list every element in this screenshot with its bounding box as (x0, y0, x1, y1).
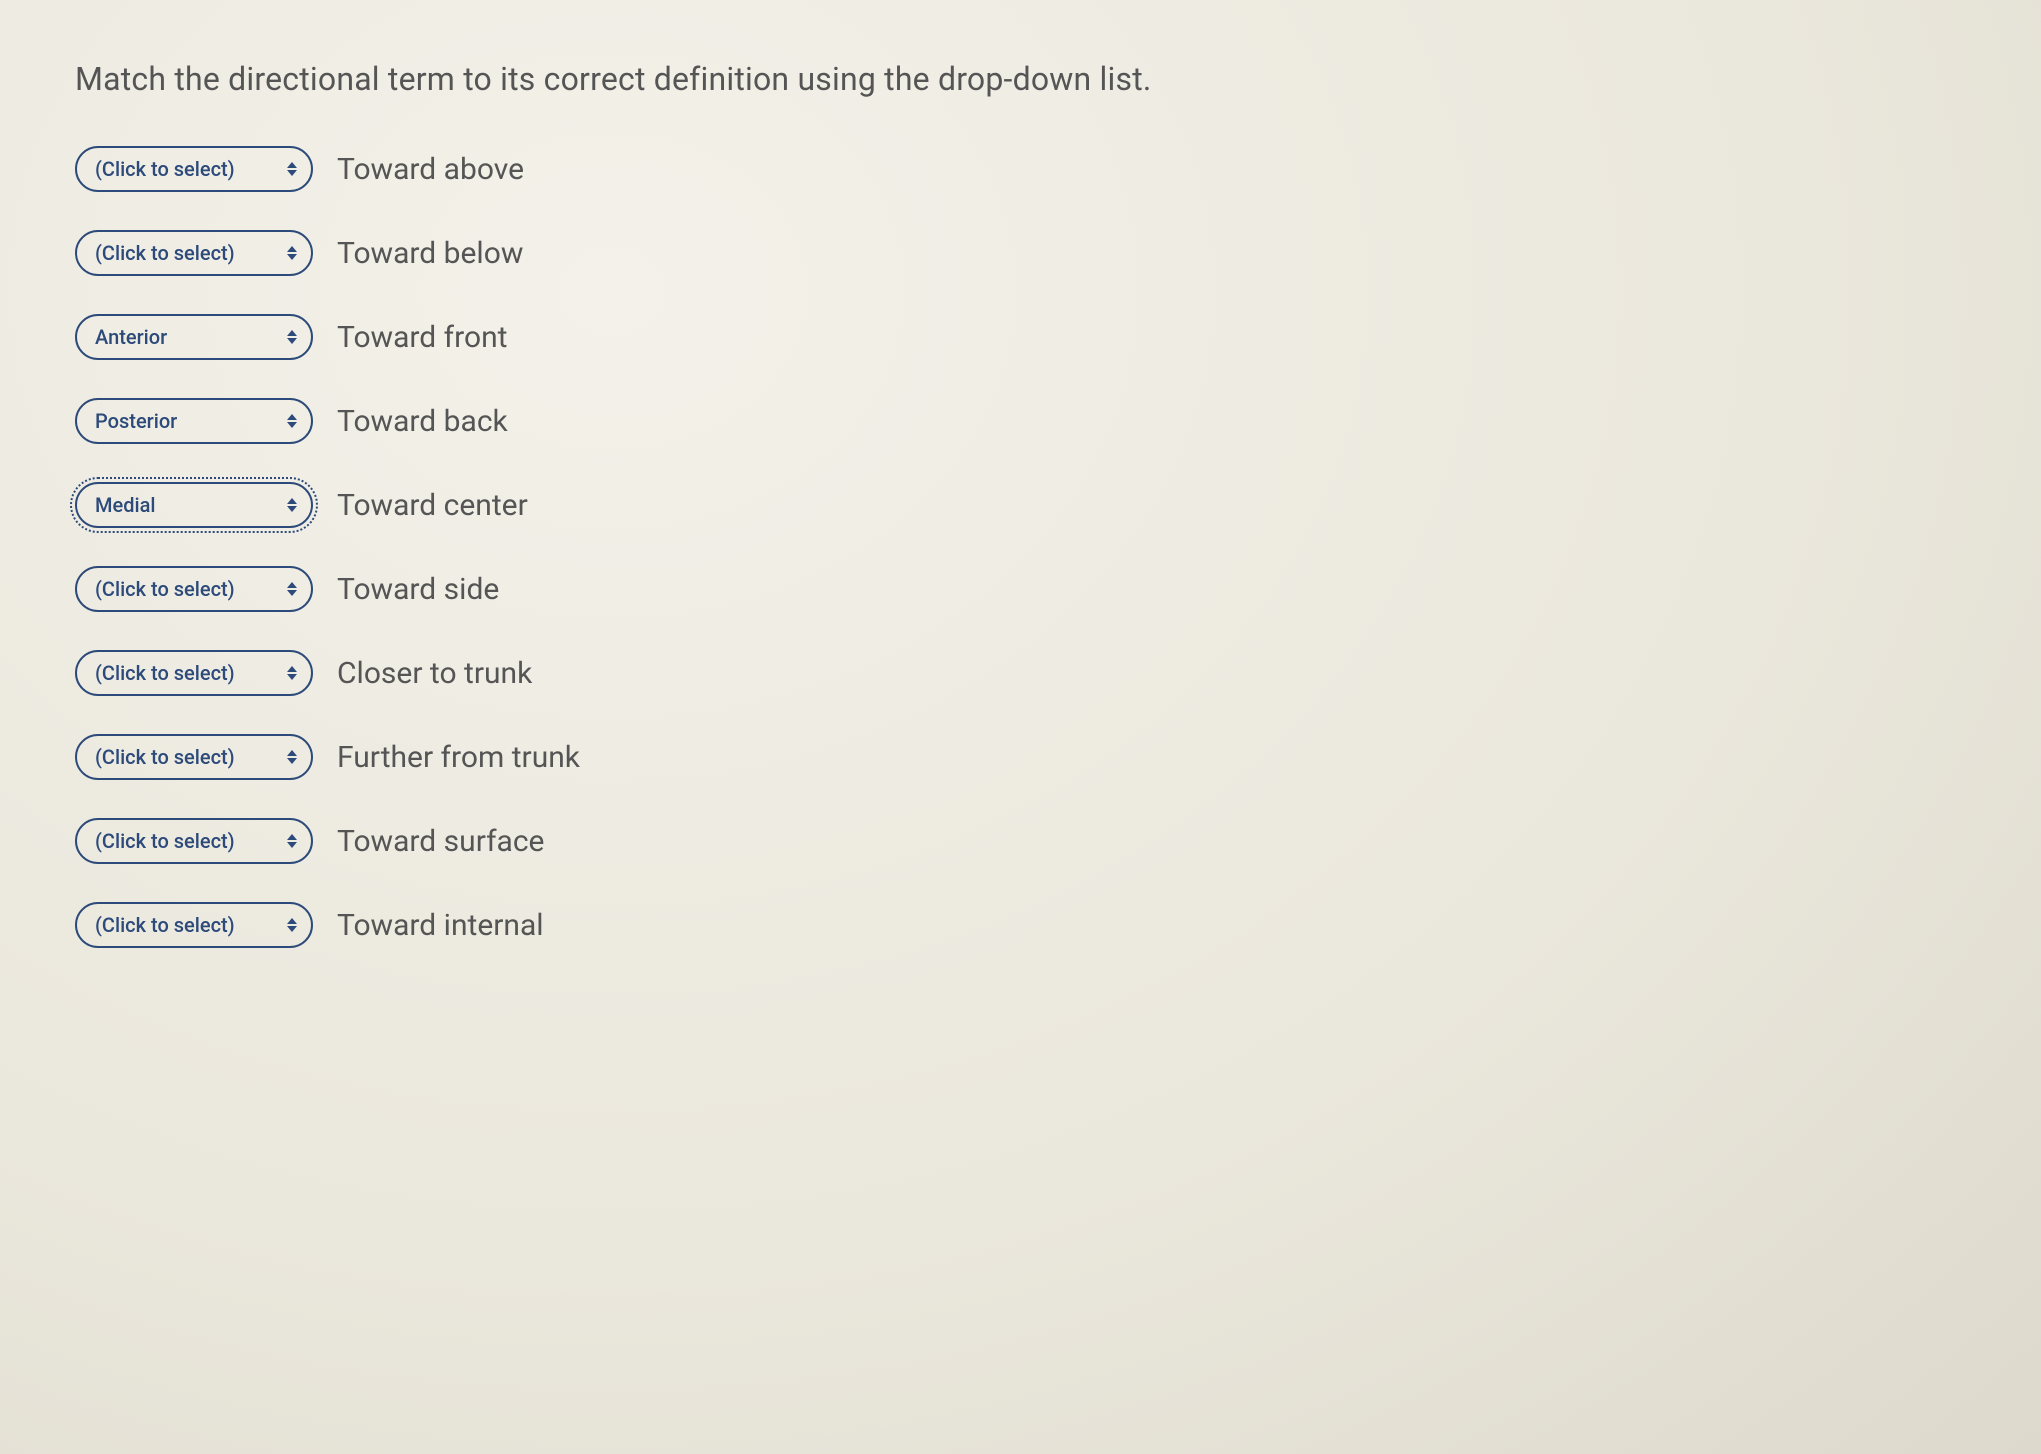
term-select[interactable]: Medial (75, 482, 313, 528)
match-row: (Click to select) Further from trunk (75, 734, 1966, 780)
term-select-value: Anterior (95, 325, 167, 349)
match-row: Anterior Toward front (75, 314, 1966, 360)
match-row: (Click to select) Toward side (75, 566, 1966, 612)
term-select[interactable]: (Click to select) (75, 734, 313, 780)
term-select-value: (Click to select) (95, 829, 235, 853)
select-stepper-icon (287, 498, 297, 512)
select-stepper-icon (287, 666, 297, 680)
term-select-value: (Click to select) (95, 913, 235, 937)
select-stepper-icon (287, 582, 297, 596)
definition-text: Toward side (337, 572, 499, 607)
select-stepper-icon (287, 918, 297, 932)
term-select-value: (Click to select) (95, 241, 235, 265)
term-select-value: (Click to select) (95, 661, 235, 685)
term-select-value: Medial (95, 493, 155, 517)
select-stepper-icon (287, 750, 297, 764)
match-row: (Click to select) Closer to trunk (75, 650, 1966, 696)
term-select[interactable]: (Click to select) (75, 902, 313, 948)
term-select[interactable]: (Click to select) (75, 146, 313, 192)
definition-text: Toward back (337, 404, 508, 439)
term-select[interactable]: (Click to select) (75, 230, 313, 276)
match-row: (Click to select) Toward internal (75, 902, 1966, 948)
select-stepper-icon (287, 414, 297, 428)
term-select-value: Posterior (95, 409, 177, 433)
term-select[interactable]: (Click to select) (75, 650, 313, 696)
definition-text: Further from trunk (337, 740, 580, 775)
definition-text: Toward below (337, 236, 523, 271)
match-row: (Click to select) Toward below (75, 230, 1966, 276)
term-select[interactable]: (Click to select) (75, 566, 313, 612)
definition-text: Toward internal (337, 908, 544, 943)
term-select-value: (Click to select) (95, 577, 235, 601)
term-select-value: (Click to select) (95, 157, 235, 181)
match-row: (Click to select) Toward surface (75, 818, 1966, 864)
match-rows: (Click to select)Toward above(Click to s… (75, 146, 1966, 948)
definition-text: Toward front (337, 320, 507, 355)
definition-text: Toward center (337, 488, 528, 523)
term-select[interactable]: (Click to select) (75, 818, 313, 864)
match-row: Posterior Toward back (75, 398, 1966, 444)
term-select[interactable]: Posterior (75, 398, 313, 444)
select-stepper-icon (287, 834, 297, 848)
select-stepper-icon (287, 246, 297, 260)
question-prompt: Match the directional term to its correc… (75, 60, 1966, 98)
definition-text: Toward surface (337, 824, 544, 859)
select-stepper-icon (287, 330, 297, 344)
select-stepper-icon (287, 162, 297, 176)
term-select-value: (Click to select) (95, 745, 235, 769)
term-select[interactable]: Anterior (75, 314, 313, 360)
match-row: Medial Toward center (75, 482, 1966, 528)
match-row: (Click to select) Toward above (75, 146, 1966, 192)
definition-text: Toward above (337, 152, 524, 187)
definition-text: Closer to trunk (337, 656, 532, 691)
